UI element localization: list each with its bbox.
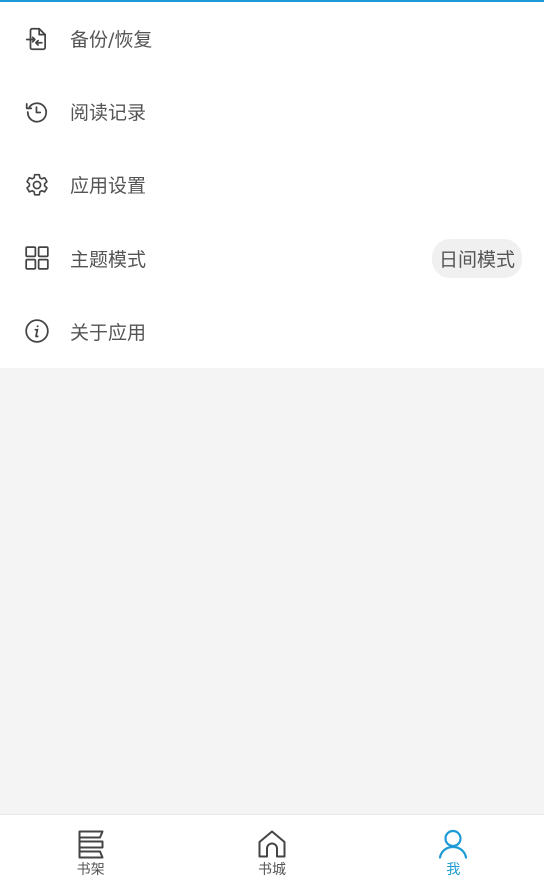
menu-label-about-app: 关于应用 bbox=[70, 321, 147, 344]
tab-bookstore[interactable]: 书城 bbox=[181, 815, 362, 885]
menu-item-theme-mode[interactable]: 主题模式 日间模式 bbox=[0, 222, 544, 295]
menu-item-reading-history[interactable]: 阅读记录 bbox=[0, 75, 544, 148]
bottom-nav: 书架 书城 我 bbox=[0, 814, 544, 885]
tab-label-bookstore: 书城 bbox=[257, 862, 286, 878]
tab-bookshelf[interactable]: 书架 bbox=[0, 815, 181, 885]
menu-item-about-app[interactable]: 关于应用 bbox=[0, 295, 544, 368]
history-icon bbox=[24, 99, 50, 125]
menu-label-reading-history: 阅读记录 bbox=[70, 102, 147, 125]
home-icon bbox=[258, 830, 286, 858]
menu-label-backup-restore: 备份/恢复 bbox=[70, 29, 153, 52]
menu-label-app-settings: 应用设置 bbox=[70, 175, 147, 198]
menu-item-app-settings[interactable]: 应用设置 bbox=[0, 148, 544, 221]
grid-icon bbox=[24, 245, 50, 271]
theme-mode-value[interactable]: 日间模式 bbox=[431, 238, 522, 278]
menu-item-backup-restore[interactable]: 备份/恢复 bbox=[0, 2, 544, 75]
settings-menu: 备份/恢复 阅读记录 应用设置 主题模式 日间模式 关于应用 bbox=[0, 2, 544, 368]
gear-icon bbox=[24, 172, 50, 198]
info-icon bbox=[24, 318, 50, 344]
user-icon bbox=[439, 829, 468, 859]
bookshelf-icon bbox=[78, 830, 104, 859]
tab-me[interactable]: 我 bbox=[363, 815, 544, 885]
tab-label-me: 我 bbox=[446, 862, 461, 878]
tab-label-bookshelf: 书架 bbox=[76, 862, 105, 878]
menu-label-theme-mode: 主题模式 bbox=[70, 248, 147, 271]
backup-restore-icon bbox=[24, 26, 50, 52]
